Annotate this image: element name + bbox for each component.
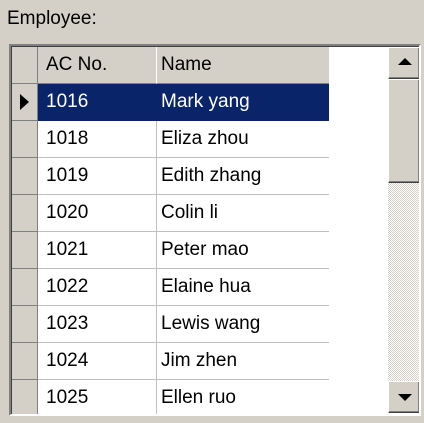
table-row[interactable]: 1024 Jim zhen bbox=[12, 343, 388, 380]
table-row[interactable]: 1025 Ellen ruo bbox=[12, 380, 388, 414]
row-selector[interactable] bbox=[12, 158, 38, 195]
cell-ac-no[interactable]: 1023 bbox=[38, 306, 156, 343]
column-header-name[interactable]: Name bbox=[156, 47, 329, 84]
row-selector[interactable] bbox=[12, 84, 38, 121]
scroll-up-button[interactable] bbox=[388, 47, 419, 79]
cell-name[interactable]: Edith zhang bbox=[156, 158, 329, 195]
row-selector[interactable] bbox=[12, 380, 38, 414]
cell-name[interactable]: Elaine hua bbox=[156, 269, 329, 306]
table-row[interactable]: 1019 Edith zhang bbox=[12, 158, 388, 195]
table-row[interactable]: 1018 Eliza zhou bbox=[12, 121, 388, 158]
scroll-down-button[interactable] bbox=[388, 381, 419, 413]
row-selector[interactable] bbox=[12, 343, 38, 380]
cell-name[interactable]: Ellen ruo bbox=[156, 380, 329, 414]
cell-ac-no[interactable]: 1019 bbox=[38, 158, 156, 195]
table-row[interactable]: 1020 Colin li bbox=[12, 195, 388, 232]
triangle-right-icon bbox=[20, 94, 29, 110]
cell-ac-no[interactable]: 1022 bbox=[38, 269, 156, 306]
cell-ac-no[interactable]: 1021 bbox=[38, 232, 156, 269]
cell-name[interactable]: Peter mao bbox=[156, 232, 329, 269]
row-selector[interactable] bbox=[12, 195, 38, 232]
arrow-down-icon bbox=[398, 394, 412, 401]
header-corner bbox=[12, 47, 38, 84]
grid-body: AC No. Name 1016 Mark yang 1018 Eliza zhou 1… bbox=[12, 47, 388, 414]
cell-ac-no[interactable]: 1020 bbox=[38, 195, 156, 232]
employee-grid[interactable]: AC No. Name 1016 Mark yang 1018 Eliza zhou 1… bbox=[9, 44, 421, 416]
cell-name[interactable]: Lewis wang bbox=[156, 306, 329, 343]
arrow-up-icon bbox=[398, 58, 412, 65]
cell-name[interactable]: Jim zhen bbox=[156, 343, 329, 380]
table-row[interactable]: 1016 Mark yang bbox=[12, 84, 388, 121]
cell-ac-no[interactable]: 1024 bbox=[38, 343, 156, 380]
cell-ac-no[interactable]: 1018 bbox=[38, 121, 156, 158]
cell-name[interactable]: Eliza zhou bbox=[156, 121, 329, 158]
cell-ac-no[interactable]: 1016 bbox=[38, 84, 156, 121]
table-row[interactable]: 1021 Peter mao bbox=[12, 232, 388, 269]
row-selector[interactable] bbox=[12, 269, 38, 306]
row-selector[interactable] bbox=[12, 232, 38, 269]
row-selector[interactable] bbox=[12, 121, 38, 158]
table-row[interactable]: 1022 Elaine hua bbox=[12, 269, 388, 306]
vertical-scrollbar[interactable] bbox=[388, 47, 419, 413]
cell-name[interactable]: Mark yang bbox=[156, 84, 329, 121]
cell-ac-no[interactable]: 1025 bbox=[38, 380, 156, 414]
row-selector[interactable] bbox=[12, 306, 38, 343]
column-header-ac-no[interactable]: AC No. bbox=[38, 47, 156, 84]
table-row[interactable]: 1023 Lewis wang bbox=[12, 306, 388, 343]
grid-header: AC No. Name bbox=[12, 47, 388, 84]
cell-name[interactable]: Colin li bbox=[156, 195, 329, 232]
scroll-thumb[interactable] bbox=[388, 79, 419, 183]
employee-group-label: Employee: bbox=[7, 8, 97, 29]
